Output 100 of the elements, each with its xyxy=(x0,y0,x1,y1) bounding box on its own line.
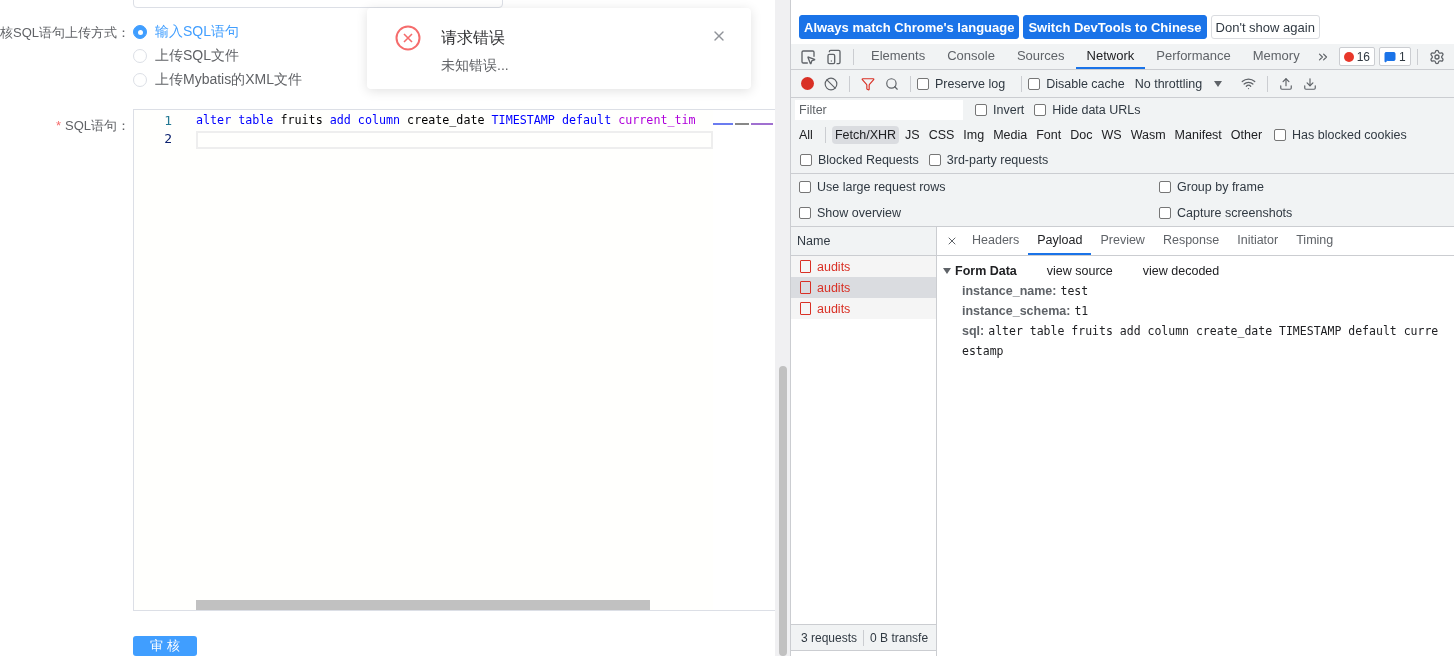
checkbox[interactable] xyxy=(928,154,941,166)
scrollbar[interactable] xyxy=(778,366,787,656)
field-value: estamp xyxy=(962,344,1004,358)
status-text: 0 B transfe xyxy=(870,630,929,645)
checkbox-label: Blocked Requests xyxy=(818,153,919,167)
request-row[interactable]: audits xyxy=(791,298,936,319)
close-icon[interactable] xyxy=(946,235,958,247)
detail-tab[interactable]: Timing xyxy=(1287,227,1343,255)
radio-label: 上传SQL文件 xyxy=(155,47,239,65)
panel-tab[interactable]: Performance xyxy=(1145,44,1242,69)
section-title: Form Data xyxy=(955,264,1017,278)
toast-message: 未知错误... xyxy=(441,57,510,75)
field-label: 核SQL语句上传方式： xyxy=(0,24,130,42)
code-editor[interactable]: 1 2 alter table fruits add column create_date TIMESTAMP default current_tim xyxy=(133,109,775,611)
checkbox-label: Group by frame xyxy=(1177,180,1264,194)
field-key: instance_schema: xyxy=(962,304,1071,318)
type-filter[interactable]: Font xyxy=(1033,126,1065,144)
checkbox-label: Show overview xyxy=(817,206,902,220)
type-filter[interactable]: JS xyxy=(902,126,923,144)
search-icon[interactable] xyxy=(885,76,899,91)
checkbox-label: Use large request rows xyxy=(817,180,946,194)
radio-label: 输入SQL语句 xyxy=(155,23,239,41)
required-mark: * xyxy=(55,118,61,133)
checkbox-label: Preserve log xyxy=(935,76,1006,91)
download-icon[interactable] xyxy=(1303,76,1318,91)
code-line: alter table fruits add column create_date TIMESTAMP default current_tim xyxy=(196,113,696,127)
error-count-badge[interactable]: 16 xyxy=(1338,47,1376,66)
device-icon[interactable] xyxy=(826,48,842,65)
view-link[interactable]: view source xyxy=(1046,264,1113,278)
checkbox[interactable] xyxy=(799,181,811,193)
filter-icon[interactable] xyxy=(861,76,875,91)
checkbox[interactable] xyxy=(975,104,987,116)
type-filter[interactable]: Manifest xyxy=(1171,126,1225,144)
network-conditions-icon[interactable] xyxy=(1241,76,1257,91)
clear-icon[interactable] xyxy=(824,76,838,91)
field-value: test xyxy=(1060,284,1089,298)
panel-tab[interactable]: Elements xyxy=(860,44,937,69)
field-value: t1 xyxy=(1074,304,1089,318)
inspect-icon[interactable] xyxy=(800,48,816,65)
checkbox-label: Has blocked cookies xyxy=(1292,128,1407,142)
type-filter[interactable]: Other xyxy=(1227,126,1266,144)
type-filter[interactable]: Fetch/XHR xyxy=(831,126,900,144)
document-icon xyxy=(800,281,811,294)
panel-tab[interactable]: Console xyxy=(936,44,1006,69)
panel-tab[interactable]: Memory xyxy=(1241,44,1311,69)
checkbox[interactable] xyxy=(799,207,811,219)
column-header[interactable]: Name xyxy=(791,227,936,256)
field-key: instance_name: xyxy=(962,284,1057,298)
checkbox[interactable] xyxy=(1028,77,1041,90)
detail-tab[interactable]: Initiator xyxy=(1228,227,1288,255)
radio-button[interactable] xyxy=(133,25,147,39)
filter-field[interactable]: Filter xyxy=(795,100,963,120)
banner-button[interactable]: Switch DevTools to Chinese xyxy=(1023,15,1207,39)
detail-tab[interactable]: Preview xyxy=(1091,227,1154,255)
radio-label: 上传Mybatis的XML文件 xyxy=(155,71,303,89)
upload-icon[interactable] xyxy=(1279,76,1294,91)
throttling-select[interactable]: No throttling xyxy=(1134,76,1203,91)
settings-icon[interactable] xyxy=(1428,48,1445,65)
dropdown-icon[interactable] xyxy=(1214,80,1223,87)
error-icon xyxy=(395,25,421,51)
minimap-drawing xyxy=(713,123,773,126)
line-number: 1 xyxy=(163,113,173,130)
checkbox-label: Invert xyxy=(993,103,1025,117)
record-icon[interactable] xyxy=(801,77,814,90)
field-value: alter table fruits add column create_date TIMESTAMP default curre xyxy=(988,324,1439,338)
panel-tab[interactable]: Sources xyxy=(1005,44,1076,69)
type-filter[interactable]: All xyxy=(796,126,816,144)
field-key: sql: xyxy=(962,324,985,338)
banner-button[interactable]: Always match Chrome's language xyxy=(799,15,1020,39)
checkbox[interactable] xyxy=(1274,129,1287,141)
status-text: 3 requests xyxy=(801,630,858,645)
message-count-badge[interactable]: 1 xyxy=(1379,47,1411,66)
document-icon xyxy=(800,260,811,273)
checkbox-label: Capture screenshots xyxy=(1177,206,1293,220)
checkbox[interactable] xyxy=(1159,207,1171,219)
type-filter[interactable]: Img xyxy=(960,126,988,144)
checkbox-label: 3rd-party requests xyxy=(946,153,1049,167)
checkbox[interactable] xyxy=(917,77,929,90)
document-icon xyxy=(800,302,811,315)
request-row[interactable]: audits xyxy=(791,277,936,298)
checkbox-label: Hide data URLs xyxy=(1052,103,1141,117)
type-filter[interactable]: CSS xyxy=(925,126,958,144)
detail-tab[interactable]: Headers xyxy=(963,227,1029,255)
type-filter[interactable]: WS xyxy=(1098,126,1125,144)
detail-tab[interactable]: Response xyxy=(1153,227,1229,255)
checkbox-label: Disable cache xyxy=(1046,76,1125,91)
type-filter[interactable]: Wasm xyxy=(1127,126,1169,144)
banner-button[interactable]: Don't show again xyxy=(1210,15,1320,39)
checkbox[interactable] xyxy=(1159,181,1171,193)
view-link[interactable]: view decoded xyxy=(1142,264,1220,278)
checkbox[interactable] xyxy=(800,154,812,166)
checkbox[interactable] xyxy=(1034,104,1047,116)
expanded-triangle-icon[interactable] xyxy=(943,267,951,275)
type-filter[interactable]: Doc xyxy=(1067,126,1096,144)
type-filter[interactable]: Media xyxy=(990,126,1031,144)
toast-title: 请求错误 xyxy=(441,28,506,48)
scrollbar[interactable] xyxy=(196,600,650,610)
line-number: 2 xyxy=(163,131,173,148)
request-row[interactable]: audits xyxy=(791,256,936,277)
detail-tab[interactable]: Payload xyxy=(1028,227,1092,255)
